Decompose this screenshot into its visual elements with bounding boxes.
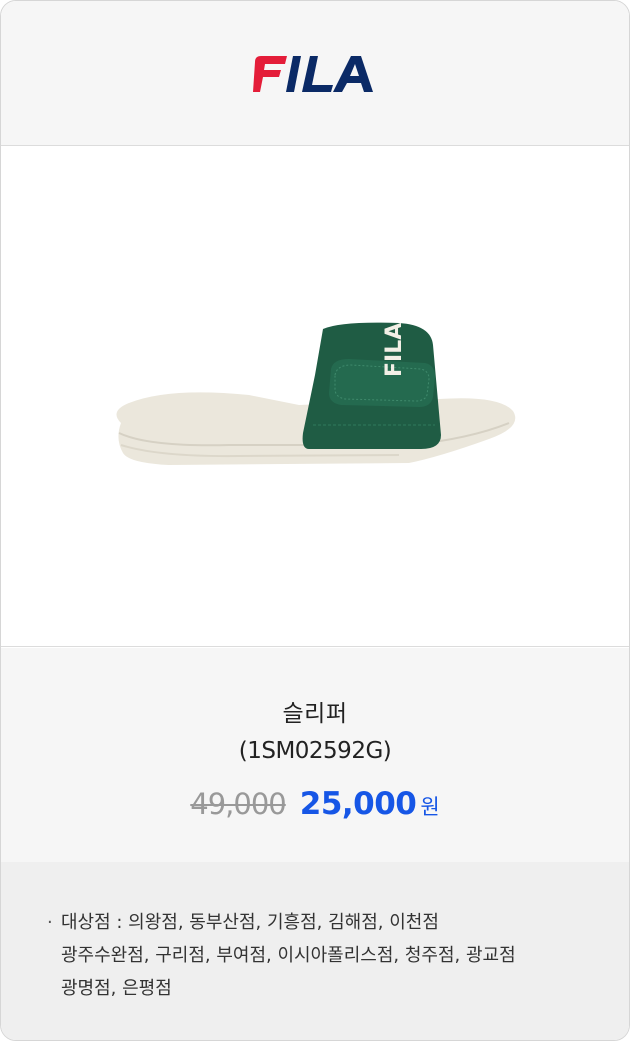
store-line: 대상점 : 의왕점, 동부산점, 기흥점, 김해점, 이천점 (61, 912, 439, 933)
product-card[interactable]: FILA 슬리퍼 (1SM02592G) 49,000 25,000 원 · 대상… (0, 0, 630, 1041)
store-line: 광주수완점, 구리점, 부여점, 이시아폴리스점, 청주점, 광교점 (61, 945, 516, 966)
original-price: 49,000 (190, 787, 286, 821)
price-row: 49,000 25,000 원 (1, 786, 629, 826)
product-code: (1SM02592G) (238, 738, 392, 764)
slide-sandal-image: FILA (116, 322, 516, 465)
brand-header (1, 1, 629, 146)
fila-logo (253, 56, 373, 92)
store-list-text: · 대상점 : 의왕점, 동부산점, 기흥점, 김해점, 이천점 광주수완점, 구… (47, 906, 607, 1005)
product-image[interactable]: FILA (1, 147, 629, 647)
product-info: 슬리퍼 (1SM02592G) 49,000 25,000 원 (1, 648, 629, 862)
product-name: 슬리퍼 (282, 701, 348, 727)
store-line: 광명점, 은평점 (61, 978, 172, 999)
price-unit: 원 (420, 795, 440, 819)
bullet-icon: · (47, 912, 53, 933)
store-list: · 대상점 : 의왕점, 동부산점, 기흥점, 김해점, 이천점 광주수완점, 구… (1, 862, 629, 1040)
sale-price: 25,000 (299, 786, 417, 822)
svg-text:FILA: FILA (382, 323, 407, 377)
